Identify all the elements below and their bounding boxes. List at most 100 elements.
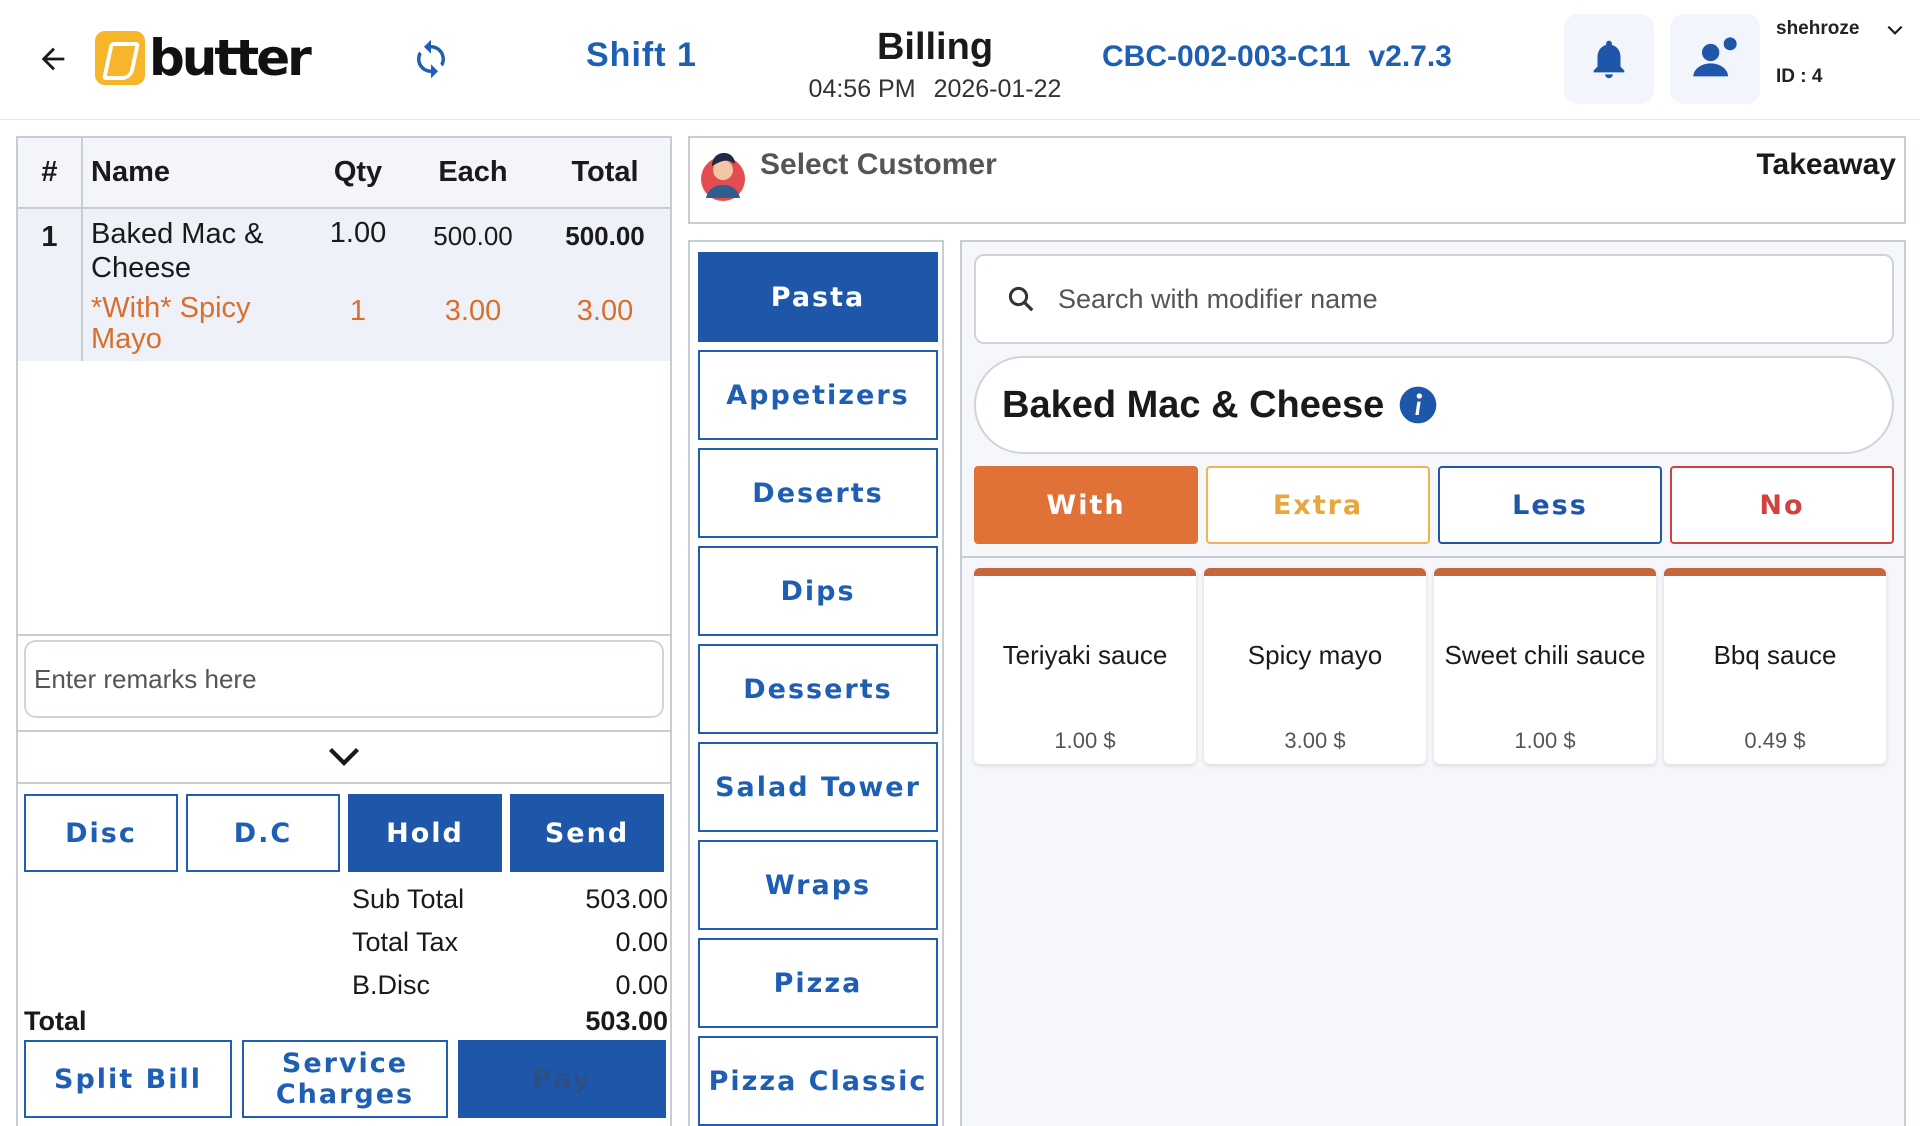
category-pasta[interactable]: Pasta bbox=[698, 252, 938, 342]
notifications-button[interactable] bbox=[1564, 14, 1654, 104]
total-tax-value: 0.00 bbox=[615, 927, 668, 957]
payment-row: Split Bill Service Charges Pay bbox=[24, 1040, 666, 1118]
order-table-header: # Name Qty Each Total bbox=[18, 138, 670, 209]
modifier-type-extra[interactable]: Extra bbox=[1206, 466, 1430, 544]
order-type-label[interactable]: Takeaway bbox=[1756, 148, 1896, 182]
dc-button[interactable]: D.C bbox=[186, 794, 340, 872]
disc-button[interactable]: Disc bbox=[24, 794, 178, 872]
order-modifier-qty: 1 bbox=[349, 295, 367, 327]
order-panel: # Name Qty Each Total 1 Baked Mac & Chee… bbox=[16, 136, 672, 636]
split-bill-button[interactable]: Split Bill bbox=[24, 1040, 232, 1118]
shift-label: Shift 1 bbox=[586, 36, 697, 74]
butter-logo: butter bbox=[95, 29, 312, 87]
selected-item-title: Baked Mac & Cheese bbox=[1002, 383, 1385, 426]
category-pizza-classic[interactable]: Pizza Classic bbox=[698, 1036, 938, 1126]
order-item-each: 500.00 bbox=[433, 221, 513, 251]
billing-summary-panel: Disc D.C Hold Send Sub Total 503.00 Tota… bbox=[16, 784, 672, 1126]
modifier-card-price: 3.00 $ bbox=[1284, 728, 1346, 753]
modifier-search-box[interactable] bbox=[974, 254, 1894, 344]
customer-avatar-icon bbox=[701, 153, 745, 201]
info-icon[interactable] bbox=[1398, 385, 1438, 425]
terminal-id: CBC-002-003-C11 bbox=[1102, 40, 1351, 73]
modifier-card-price: 0.49 $ bbox=[1744, 728, 1806, 753]
title-block: Billing 04:56 PM 2026-01-22 bbox=[790, 26, 1080, 104]
order-modifier-each: 3.00 bbox=[444, 295, 502, 327]
user-info: shehroze ID : 4 bbox=[1776, 18, 1859, 88]
terminal-info: CBC-002-003-C11 v2.7.3 bbox=[1102, 40, 1452, 74]
modifier-search-input[interactable] bbox=[1058, 283, 1838, 315]
order-modifier-total: 3.00 bbox=[576, 295, 634, 327]
category-wraps[interactable]: Wraps bbox=[698, 840, 938, 930]
modifier-card[interactable]: Teriyaki sauce 1.00 $ bbox=[974, 568, 1196, 764]
modifier-divider bbox=[962, 556, 1904, 558]
order-item-number: 1 bbox=[18, 208, 83, 361]
order-action-row: Disc D.C Hold Send bbox=[24, 794, 664, 872]
back-arrow-icon[interactable] bbox=[36, 42, 70, 76]
category-desserts[interactable]: Desserts bbox=[698, 644, 938, 734]
service-charges-button[interactable]: Service Charges bbox=[242, 1040, 448, 1118]
total-tax-label: Total Tax bbox=[352, 927, 459, 957]
app-version: v2.7.3 bbox=[1368, 40, 1452, 73]
sub-total-label: Sub Total bbox=[352, 884, 465, 914]
category-deserts[interactable]: Deserts bbox=[698, 448, 938, 538]
order-item-qty: 1.00 bbox=[329, 217, 387, 249]
modifier-type-with[interactable]: With bbox=[974, 466, 1198, 544]
modifier-card[interactable]: Sweet chili sauce 1.00 $ bbox=[1434, 568, 1656, 764]
modifier-card[interactable]: Bbq sauce 0.49 $ bbox=[1664, 568, 1886, 764]
modifier-grid: Teriyaki sauce 1.00 $ Spicy mayo 3.00 $ … bbox=[974, 568, 1886, 764]
grand-total-value: 503.00 bbox=[585, 1006, 668, 1036]
column-header-name: Name bbox=[82, 138, 310, 209]
collapse-toggle[interactable] bbox=[16, 730, 672, 784]
category-dips[interactable]: Dips bbox=[698, 546, 938, 636]
send-button[interactable]: Send bbox=[510, 794, 664, 872]
modifier-card-name: Bbq sauce bbox=[1713, 640, 1837, 670]
modifier-type-less[interactable]: Less bbox=[1438, 466, 1662, 544]
order-modifier-row[interactable]: *With* Spicy Mayo 1 3.00 3.00 bbox=[18, 285, 670, 361]
modifier-type-row: With Extra Less No bbox=[974, 466, 1894, 544]
modifier-card-price: 1.00 $ bbox=[1514, 728, 1576, 753]
order-table: # Name Qty Each Total 1 Baked Mac & Chee… bbox=[18, 138, 670, 361]
category-appetizers[interactable]: Appetizers bbox=[698, 350, 938, 440]
app-header: butter Shift 1 Billing 04:56 PM 2026-01-… bbox=[0, 0, 1920, 120]
order-modifier-name: *With* Spicy Mayo bbox=[91, 292, 251, 355]
user-icon bbox=[1693, 37, 1737, 77]
current-date: 2026-01-22 bbox=[933, 75, 1062, 103]
column-header-each: Each bbox=[406, 138, 540, 209]
modifier-card[interactable]: Spicy mayo 3.00 $ bbox=[1204, 568, 1426, 764]
user-menu-button[interactable] bbox=[1670, 14, 1760, 104]
bell-icon bbox=[1593, 40, 1625, 79]
modifier-card-name: Spicy mayo bbox=[1247, 640, 1383, 670]
remarks-input[interactable] bbox=[24, 640, 664, 718]
sync-icon[interactable] bbox=[410, 38, 452, 80]
category-pizza[interactable]: Pizza bbox=[698, 938, 938, 1028]
select-customer-label: Select Customer bbox=[760, 148, 997, 181]
category-list: Pasta Appetizers Deserts Dips Desserts S… bbox=[688, 240, 944, 1126]
category-salad-tower[interactable]: Salad Tower bbox=[698, 742, 938, 832]
datetime: 04:56 PM 2026-01-22 bbox=[790, 75, 1080, 104]
logo-mark-icon bbox=[95, 31, 145, 85]
remarks-container bbox=[16, 634, 672, 730]
b-disc-value: 0.00 bbox=[615, 970, 668, 1000]
chevron-down-icon[interactable] bbox=[1882, 20, 1908, 40]
selected-item-box: Baked Mac & Cheese bbox=[974, 356, 1894, 454]
search-icon bbox=[1008, 286, 1034, 312]
current-time: 04:56 PM bbox=[808, 75, 916, 103]
order-item-name: Baked Mac & Cheese bbox=[91, 218, 264, 284]
column-header-qty: Qty bbox=[310, 138, 406, 209]
sub-total-value: 503.00 bbox=[585, 884, 668, 914]
logo-text: butter bbox=[149, 29, 312, 87]
modifier-type-no[interactable]: No bbox=[1670, 466, 1894, 544]
modifier-card-name: Sweet chili sauce bbox=[1444, 640, 1646, 670]
modifier-card-price: 1.00 $ bbox=[1054, 728, 1116, 753]
modifier-panel: Baked Mac & Cheese With Extra Less No Te… bbox=[960, 240, 1906, 1126]
pay-button[interactable]: Pay bbox=[458, 1040, 666, 1118]
select-customer-bar[interactable]: Select Customer Takeaway bbox=[688, 136, 1906, 224]
order-item-row[interactable]: 1 Baked Mac & Cheese 1.00 500.00 500.00 bbox=[18, 208, 670, 361]
column-header-total: Total bbox=[540, 138, 670, 209]
page-title: Billing bbox=[876, 26, 994, 68]
user-id: ID : 4 bbox=[1776, 66, 1823, 87]
hold-button[interactable]: Hold bbox=[348, 794, 502, 872]
b-disc-label: B.Disc bbox=[352, 970, 431, 1000]
modifier-card-name: Teriyaki sauce bbox=[1002, 640, 1168, 670]
column-header-number: # bbox=[18, 138, 83, 209]
